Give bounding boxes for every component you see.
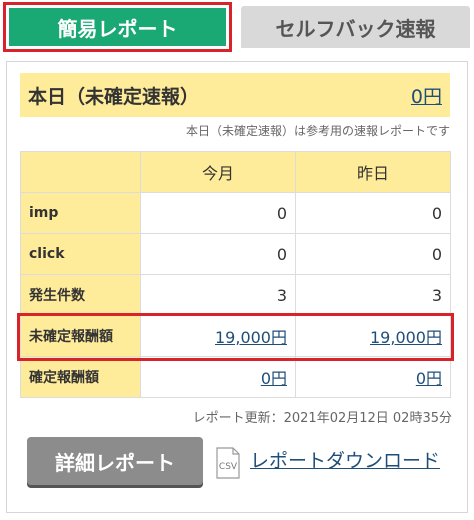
today-label: 本日（未確定速報） — [28, 85, 200, 108]
tab-simple-report-label: 簡易レポート — [9, 8, 226, 46]
unconfirmed-reward-this-month-link[interactable]: 19,000円 — [215, 328, 287, 347]
row-label-occurrences: 発生件数 — [20, 274, 141, 316]
tab-simple-report[interactable]: 簡易レポート — [3, 2, 232, 52]
unconfirmed-reward-this-month-cell: 19,000円 — [140, 315, 296, 357]
click-this-month: 0 — [140, 233, 296, 275]
today-value-link[interactable]: 0円 — [411, 82, 450, 109]
column-header-yesterday: 昨日 — [295, 151, 451, 193]
table-corner-cell — [20, 151, 141, 193]
column-header-this-month: 今月 — [140, 151, 296, 193]
occurrences-yesterday: 3 — [295, 274, 451, 316]
table-row-occurrences: 発生件数 3 3 — [20, 274, 451, 316]
unconfirmed-reward-yesterday-cell: 19,000円 — [295, 315, 451, 357]
csv-file-icon[interactable]: CSV — [214, 447, 242, 479]
confirmed-reward-this-month-link[interactable]: 0円 — [261, 369, 287, 388]
table-row-click: click 0 0 — [20, 233, 451, 275]
imp-yesterday: 0 — [295, 192, 451, 234]
table-header-row: 今月 昨日 — [20, 151, 451, 193]
stats-table: 今月 昨日 imp 0 0 click 0 0 発生件数 3 3 未確定報酬額 … — [20, 151, 451, 398]
confirmed-reward-yesterday-cell: 0円 — [295, 356, 451, 398]
report-updated-timestamp: レポート更新：2021年02月12日 02時35分 — [192, 411, 452, 426]
unconfirmed-reward-yesterday-link[interactable]: 19,000円 — [370, 328, 442, 347]
detail-report-button[interactable]: 詳細レポート — [27, 437, 203, 485]
confirmed-reward-yesterday-link[interactable]: 0円 — [416, 369, 442, 388]
table-row-imp: imp 0 0 — [20, 192, 451, 234]
row-label-unconfirmed-reward: 未確定報酬額 — [20, 315, 141, 357]
today-note: 本日（未確定速報）は参考用の速報レポートです — [185, 124, 450, 138]
csv-icon-text: CSV — [219, 462, 238, 472]
today-summary: 本日（未確定速報） 0円 — [20, 73, 450, 117]
click-yesterday: 0 — [295, 233, 451, 275]
table-row-unconfirmed-reward: 未確定報酬額 19,000円 19,000円 — [20, 315, 451, 357]
row-label-confirmed-reward: 確定報酬額 — [20, 356, 141, 398]
report-download-link[interactable]: レポートダウンロード — [250, 446, 440, 473]
row-label-click: click — [20, 233, 141, 275]
imp-this-month: 0 — [140, 192, 296, 234]
confirmed-reward-this-month-cell: 0円 — [140, 356, 296, 398]
table-row-confirmed-reward: 確定報酬額 0円 0円 — [20, 356, 451, 398]
row-label-imp: imp — [20, 192, 141, 234]
tab-selfback-report[interactable]: セルフバック速報 — [241, 6, 470, 48]
occurrences-this-month: 3 — [140, 274, 296, 316]
